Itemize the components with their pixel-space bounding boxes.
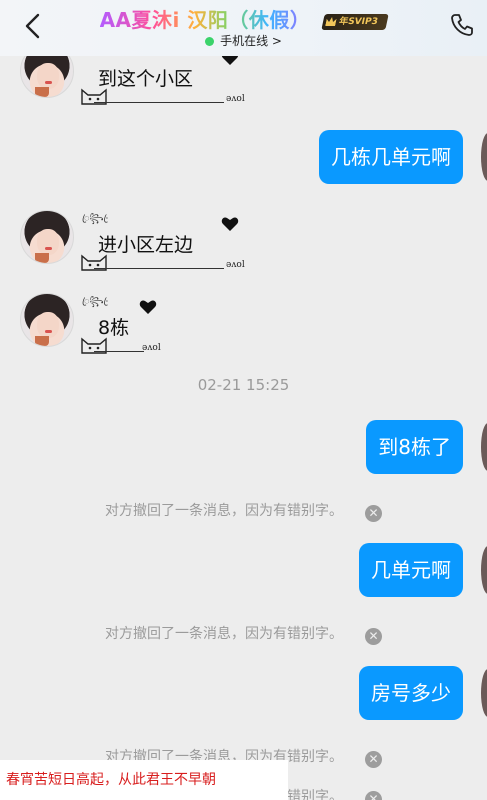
deco-line <box>94 268 224 269</box>
heart-icon <box>139 300 157 314</box>
my-avatar[interactable] <box>481 423 487 471</box>
message-incoming[interactable]: ꦿ꧂·ꦿ 进小区左边 ǝʌol <box>80 210 246 272</box>
message-text: 到这个小区 <box>98 68 194 90</box>
deco-line <box>94 351 144 352</box>
my-avatar[interactable] <box>481 133 487 181</box>
message-text: 几单元啊 <box>371 558 451 582</box>
message-outgoing[interactable]: 房号多少 <box>359 666 463 720</box>
close-icon[interactable]: ✕ <box>365 751 382 768</box>
message-outgoing[interactable]: 几单元啊 <box>359 543 463 597</box>
message-outgoing[interactable]: 到8栋了 <box>366 420 463 474</box>
message-text: 几栋几单元啊 <box>331 145 451 169</box>
contact-avatar[interactable] <box>20 210 74 264</box>
message-text: 到8栋了 <box>378 435 451 459</box>
deco-scribble: ꦿ꧂·ꦿ <box>82 297 109 307</box>
online-dot-icon <box>205 36 215 46</box>
message-text: 进小区左边 <box>98 234 194 256</box>
close-icon[interactable]: ✕ <box>365 791 382 800</box>
heart-icon <box>221 217 239 231</box>
deco-love-text: ǝʌol <box>226 94 245 104</box>
recall-notice: 对方撤回了一条消息，因为有错别字。 ✕ <box>0 500 487 522</box>
chat-header: AA夏沐i 汉阳（休假） 年SVIP3 手机在线 > <box>0 0 487 56</box>
online-status-text: 手机在线 > <box>220 34 282 48</box>
my-avatar[interactable] <box>481 546 487 594</box>
deco-scribble: ꦿ꧂·ꦿ <box>82 214 109 224</box>
recall-notice-text: 对方撤回了一条消息，因为有错别字。 <box>105 626 343 642</box>
cat-sticker-icon <box>81 254 107 271</box>
contact-name[interactable]: AA夏沐i 汉阳（休假） <box>100 8 311 32</box>
message-outgoing[interactable]: 几栋几单元啊 <box>319 130 463 184</box>
online-status[interactable]: 手机在线 > <box>0 32 487 49</box>
message-timestamp: 02-21 15:25 <box>197 376 290 394</box>
contact-avatar[interactable] <box>20 293 74 347</box>
phone-icon[interactable] <box>449 12 475 38</box>
vip-badge: 年SVIP3 <box>321 14 390 30</box>
recall-notice-text: 对方撤回了一条消息，因为有错别字。 <box>105 503 343 519</box>
close-icon[interactable]: ✕ <box>365 505 382 522</box>
message-text: 房号多少 <box>371 681 451 705</box>
cat-sticker-icon <box>81 337 107 354</box>
watermark-caption: 春宵苦短日高起，从此君王不早朝 <box>0 760 288 800</box>
deco-love-text: ǝʌol <box>142 343 161 353</box>
deco-line <box>94 102 224 103</box>
deco-love-text: ǝʌol <box>226 260 245 270</box>
recall-notice: 对方撤回了一条消息，因为有错别字。 ✕ <box>0 623 487 645</box>
cat-sticker-icon <box>81 88 107 105</box>
my-avatar[interactable] <box>481 669 487 717</box>
title-row[interactable]: AA夏沐i 汉阳（休假） 年SVIP3 <box>0 4 487 33</box>
close-icon[interactable]: ✕ <box>365 628 382 645</box>
message-incoming[interactable]: ꦿ꧂·ꦿ 8栋 ǝʌol <box>80 293 172 355</box>
crown-icon <box>326 17 338 26</box>
